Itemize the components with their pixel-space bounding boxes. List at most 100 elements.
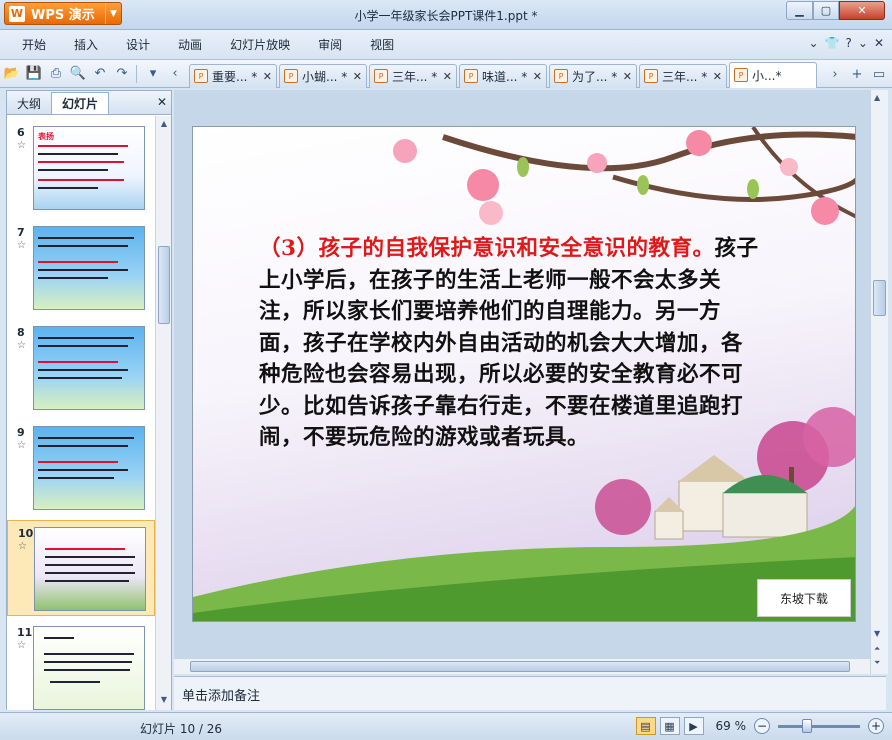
close-tab-icon[interactable]: ✕ [443,70,452,83]
menu-home[interactable]: 开始 [8,34,60,56]
doc-tab[interactable]: P 三年... * ✕ [369,63,457,88]
animation-star-icon: ☆ [17,140,26,151]
animation-star-icon: ☆ [17,240,26,251]
editor-vertical-scrollbar[interactable]: ▲ ▼ ⏶ ⏷ [870,90,888,674]
menu-view[interactable]: 视图 [356,34,408,56]
animation-star-icon: ☆ [17,340,26,351]
doc-tab[interactable]: P 为了... * ✕ [549,63,637,88]
ppt-file-icon: P [284,69,298,83]
tab-outline[interactable]: 大纲 [7,92,51,114]
close-ribbon-icon[interactable]: ✕ [874,36,884,50]
chevron-down-icon[interactable]: ⌄ [808,36,818,50]
doc-tab[interactable]: P 重要... * ✕ [189,63,277,88]
doc-tab[interactable]: P 小蝴... * ✕ [279,63,367,88]
scroll-thumb[interactable] [158,246,170,324]
ppt-file-icon: P [734,68,748,82]
title-bar: W WPS 演示 ▼ 小学一年级家长会PPT课件1.ppt * ▁ ▢ ✕ [0,0,892,30]
slide-preview [33,326,145,410]
ppt-file-icon: P [464,69,478,83]
print-preview-icon[interactable]: 🔍 [68,64,88,84]
notes-pane[interactable]: 单击添加备注 [174,676,886,710]
minimize-button[interactable]: ▁ [786,1,813,20]
slides-panel: 大纲 幻灯片 ✕ 6 ☆ 表扬 7 ☆ 8 ☆ 9 ☆ 10 ☆ 11 ☆ ▲ … [6,90,172,710]
zoom-level[interactable]: 69 % [716,719,747,733]
menu-review[interactable]: 审阅 [304,34,356,56]
slide-thumb-6[interactable]: 6 ☆ 表扬 [7,120,155,216]
doc-tab-active[interactable]: P 小...* [729,61,817,88]
menu-insert[interactable]: 插入 [60,34,112,56]
slide-editor: （3）孩子的自我保护意识和安全意识的教育。孩子上小学后，在孩子的生活上老师一般不… [174,90,870,674]
next-slide-icon[interactable]: ⏷ [874,658,880,668]
zoom-slider-knob[interactable] [802,718,812,733]
slide-preview [33,226,145,310]
close-tab-icon[interactable]: ✕ [713,70,722,83]
tab-scroll-right-icon[interactable]: › [826,64,844,84]
slide-thumb-11[interactable]: 11 ☆ [7,620,155,710]
animation-star-icon: ☆ [18,541,27,552]
help-icon[interactable]: ? [846,36,852,50]
slide-preview [33,626,145,710]
tab-slides[interactable]: 幻灯片 [51,92,110,114]
zoom-slider[interactable] [778,718,860,733]
skin-icon[interactable]: 👕 [825,36,840,50]
menu-design[interactable]: 设计 [112,34,164,56]
scroll-up-icon[interactable]: ▲ [874,93,880,102]
status-bar: 幻灯片 10 / 26 ▤ ▦ ▶ 69 % − + [0,712,892,740]
editor-horizontal-scrollbar[interactable] [174,658,870,674]
scroll-down-icon[interactable]: ▼ [874,629,880,638]
undo-icon[interactable]: ↶ [90,64,110,84]
close-tab-icon[interactable]: ✕ [533,70,542,83]
normal-view-icon[interactable]: ▤ [635,717,656,735]
scroll-thumb[interactable] [873,280,886,316]
scroll-up-icon[interactable]: ▲ [158,119,170,131]
doc-tab[interactable]: P 三年... * ✕ [639,63,727,88]
panel-scrollbar[interactable]: ▲ ▼ [155,116,171,710]
current-slide[interactable]: （3）孩子的自我保护意识和安全意识的教育。孩子上小学后，在孩子的生活上老师一般不… [192,126,856,622]
close-button[interactable]: ✕ [839,1,885,20]
tab-scroll-left-icon[interactable]: ‹ [165,64,185,84]
previous-slide-icon[interactable]: ⏶ [874,644,880,654]
chevron-down-icon[interactable]: ⌄ [858,36,868,50]
window-title: 小学一年级家长会PPT课件1.ppt * [354,9,538,23]
print-icon[interactable]: ⎙ [46,64,66,84]
open-folder-icon[interactable]: 📂 [2,64,22,84]
quick-toolbar: 📂 💾 ⎙ 🔍 ↶ ↷ ▾ ‹ P 重要... * ✕ P 小蝴... * ✕ P 三年.… [0,60,892,88]
menu-right-tools: ⌄ 👕 ? ⌄ ✕ [808,36,884,50]
slide-paragraph: 孩子上小学后，在孩子的生活上老师一般不会太多关注，所以家长们要培养他们的自理能力… [259,236,759,450]
zoom-in-icon[interactable]: + [868,718,884,734]
slide-thumb-10[interactable]: 10 ☆ [7,520,155,616]
watermark-box: 东坡下载 [757,579,851,617]
close-tab-icon[interactable]: ✕ [623,70,632,83]
close-panel-icon[interactable]: ✕ [157,95,167,109]
redo-icon[interactable]: ↷ [112,64,132,84]
doc-tab[interactable]: P 味道... * ✕ [459,63,547,88]
new-tab-icon[interactable]: + [848,64,866,84]
scroll-thumb[interactable] [190,661,850,672]
slide-indicator: 幻灯片 10 / 26 [140,722,223,736]
save-icon[interactable]: 💾 [24,64,44,84]
tab-list-icon[interactable]: ▭ [870,64,888,84]
slide-sorter-icon[interactable]: ▦ [659,717,680,735]
close-tab-icon[interactable]: ✕ [353,70,362,83]
panel-tabs: 大纲 幻灯片 ✕ [7,91,171,115]
slide-thumb-8[interactable]: 8 ☆ [7,320,155,416]
slide-body-text[interactable]: （3）孩子的自我保护意识和安全意识的教育。孩子上小学后，在孩子的生活上老师一般不… [259,233,759,454]
animation-star-icon: ☆ [17,440,26,451]
maximize-button[interactable]: ▢ [813,1,839,20]
slide-preview: 表扬 [33,126,145,210]
scroll-down-icon[interactable]: ▼ [158,695,170,707]
menu-animation[interactable]: 动画 [164,34,216,56]
view-controls: ▤ ▦ ▶ 69 % − + [635,717,884,735]
slide-preview [33,426,145,510]
slideshow-play-icon[interactable]: ▶ [683,717,704,735]
menu-slideshow[interactable]: 幻灯片放映 [216,34,304,56]
slide-thumb-9[interactable]: 9 ☆ [7,420,155,516]
ppt-file-icon: P [644,69,658,83]
zoom-out-icon[interactable]: − [754,718,770,734]
window-controls: ▁ ▢ ✕ [786,1,885,20]
close-tab-icon[interactable]: ✕ [263,70,272,83]
customize-toolbar-icon[interactable]: ▾ [143,64,163,84]
menu-bar: 开始 插入 设计 动画 幻灯片放映 审阅 视图 ⌄ 👕 ? ⌄ ✕ [0,30,892,60]
tab-bar-controls: › + ▭ [826,64,888,84]
slide-thumb-7[interactable]: 7 ☆ [7,220,155,316]
